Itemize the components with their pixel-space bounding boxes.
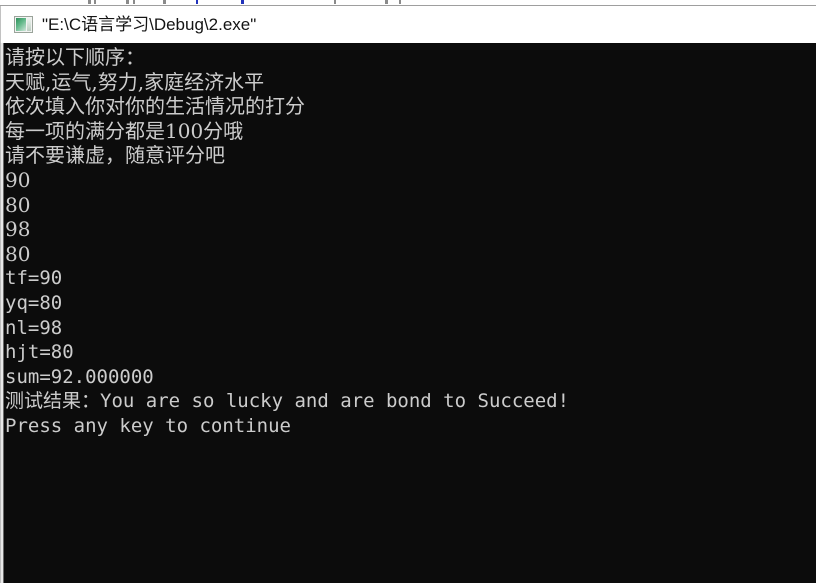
console-application-window: "E:\C语言学习\Debug\2.exe" 请按以下顺序： 天赋,运气,努力,家… [0, 0, 816, 583]
console-line-output-result-prefix: 测试结果： [5, 390, 101, 413]
console-line-output-result: 测试结果：You are so lucky and are bond to Su… [5, 389, 816, 414]
console-line-output-result-suffix: You are so lucky and are bond to Succeed… [100, 390, 570, 413]
clipped-toolbar-tick [126, 0, 129, 4]
clipped-toolbar-tick [399, 0, 401, 4]
console-line-prompt-factors: 天赋,运气,努力,家庭经济水平 [5, 69, 265, 94]
clipped-toolbar-tick [94, 0, 96, 4]
console-line-output-hjt: hjt=80 [5, 341, 74, 364]
console-line-input-talent: 90 [5, 167, 31, 192]
clipped-toolbar-tick [334, 0, 336, 4]
clipped-toolbar-tick [163, 0, 166, 4]
console-line-prompt-modesty: 请不要谦虚，随意评分吧 [5, 143, 225, 168]
window-title-bar[interactable]: "E:\C语言学习\Debug\2.exe" [0, 6, 816, 43]
console-line-input-family: 80 [5, 241, 31, 266]
console-line-output-sum: sum=92.000000 [5, 365, 154, 388]
console-app-icon [14, 16, 33, 33]
console-line-output-nl: nl=98 [5, 316, 63, 339]
clipped-toolbar-tick [133, 0, 135, 4]
console-line-prompt-instruction: 依次填入你对你的生活情况的打分 [5, 94, 305, 119]
console-output-frame: 请按以下顺序： 天赋,运气,努力,家庭经济水平 依次填入你对你的生活情况的打分 每一项… [0, 43, 816, 583]
console-line-output-yq: yq=80 [5, 291, 63, 314]
console-line-input-luck: 80 [5, 192, 31, 217]
console-line-prompt-order: 请按以下顺序： [5, 45, 145, 69]
console-line-prompt-maxscore: 每一项的满分都是100分哦 [5, 118, 244, 143]
console-app-icon-screen [16, 18, 26, 31]
clipped-toolbar-tick [241, 0, 244, 4]
clipped-toolbar-tick [385, 0, 388, 4]
console-text-area[interactable]: 请按以下顺序： 天赋,运气,努力,家庭经济水平 依次填入你对你的生活情况的打分 每一项… [4, 43, 816, 583]
clipped-toolbar-tick [196, 0, 198, 4]
console-line-output-tf: tf=90 [5, 267, 63, 290]
console-app-icon-sidebar [27, 18, 31, 31]
console-line-press-any-key: Press any key to continue [5, 414, 291, 437]
console-line-input-effort: 98 [5, 217, 31, 242]
clipped-toolbar-tick [88, 0, 91, 4]
window-title-text: "E:\C语言学习\Debug\2.exe" [42, 14, 257, 34]
